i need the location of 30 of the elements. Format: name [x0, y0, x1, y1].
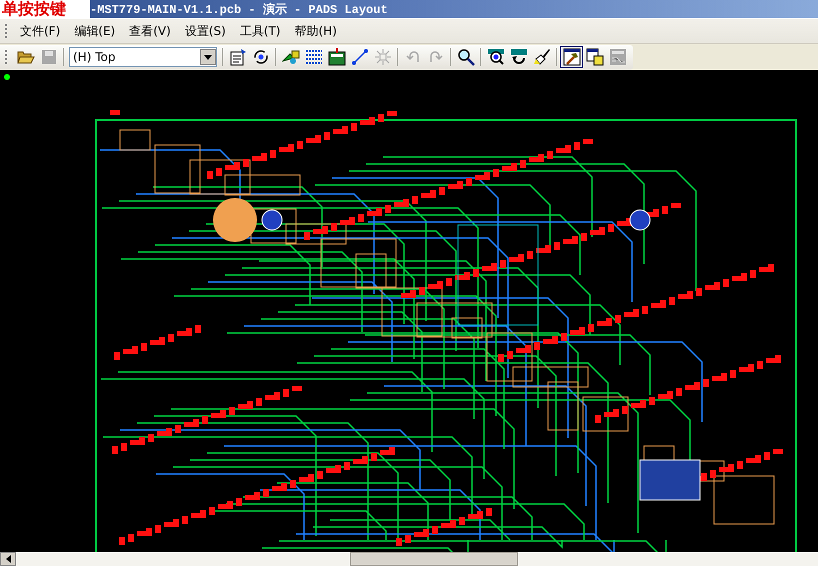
save-icon: [40, 48, 58, 66]
redraw-icon: [510, 48, 528, 66]
window-icon: [586, 48, 604, 66]
spread-icon: [374, 48, 392, 66]
paint-icon: [532, 48, 550, 66]
left-arrow-icon: [6, 555, 10, 563]
select-button[interactable]: [560, 46, 583, 68]
view-icon: [486, 48, 504, 66]
route-icon: [350, 48, 368, 66]
horizontal-scrollbar[interactable]: [0, 552, 818, 566]
menu-item[interactable]: 查看(V): [123, 22, 177, 40]
window-title: -MST779-MAIN-V1.1.pcb - 演示 - PADS Layout: [90, 2, 388, 18]
caret-icon: [204, 54, 212, 60]
menu-item[interactable]: 文件(F): [14, 22, 66, 40]
scroll-left-button[interactable]: [0, 552, 16, 566]
search-icon: [456, 48, 474, 66]
properties-icon: [228, 48, 246, 66]
board-icon: [328, 48, 346, 66]
logo-icon: [608, 48, 626, 66]
caption-label: 单按按键: [0, 0, 90, 18]
layer-dropdown[interactable]: (H) Top: [69, 47, 217, 67]
pour-icon: [304, 48, 322, 66]
shape-icon: [282, 48, 300, 66]
menu-item[interactable]: 编辑(E): [68, 22, 122, 40]
menu-item[interactable]: 设置(S): [178, 22, 232, 40]
menu-item[interactable]: 工具(T): [234, 22, 286, 40]
select-icon: [562, 48, 580, 66]
refresh-icon: [252, 48, 270, 66]
menu-item[interactable]: 帮助(H): [288, 22, 343, 40]
scroll-thumb[interactable]: [350, 552, 518, 566]
